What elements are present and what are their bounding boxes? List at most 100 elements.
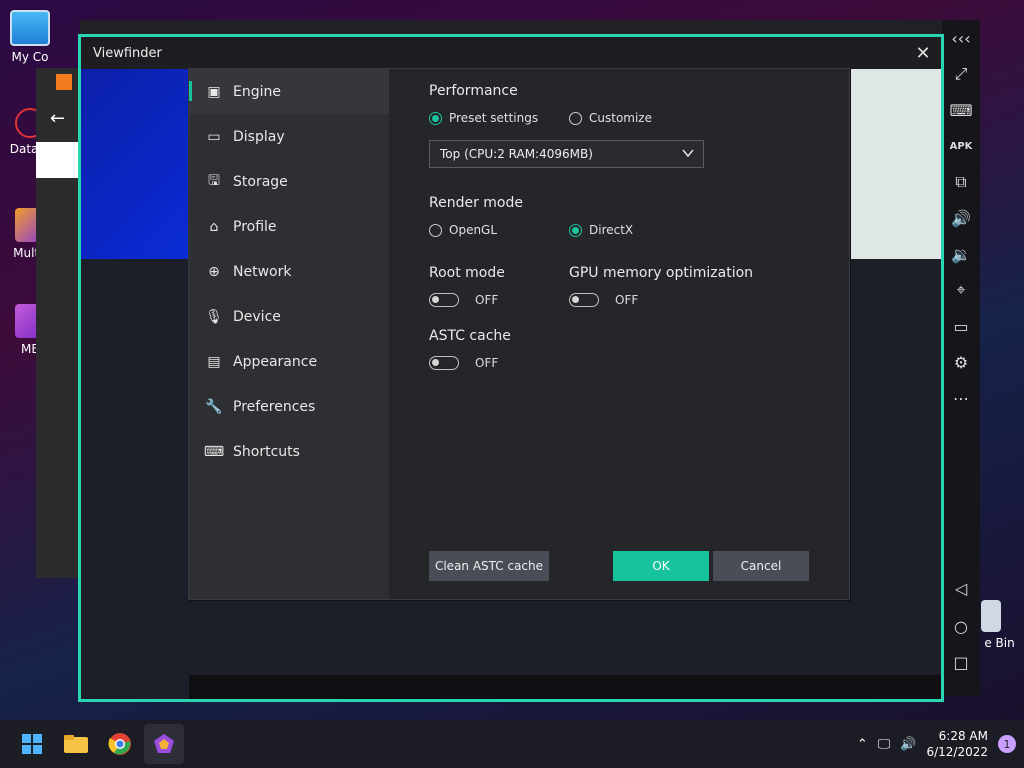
location-icon[interactable]: ⌖ <box>942 272 980 308</box>
settings-content: Performance Preset settings Customize To… <box>429 69 849 599</box>
save-icon: 🖫 <box>208 172 220 189</box>
nav-item-label: Storage <box>233 173 288 190</box>
clean-astc-cache-button[interactable]: Clean ASTC cache <box>429 551 549 581</box>
viewfinder-title-bar[interactable]: Viewfinder <box>81 37 941 69</box>
mosaic-tile <box>851 259 941 475</box>
nav-item-label: Appearance <box>233 353 318 370</box>
chrome-button[interactable] <box>100 724 140 764</box>
nav-item-storage[interactable]: 🖫 Storage <box>189 159 389 204</box>
tag-icon: ⌂ <box>209 218 219 235</box>
desktop-icon-label: My Co <box>11 50 49 64</box>
nav-item-shortcuts[interactable]: ⌨ Shortcuts <box>189 429 389 474</box>
radio-unselected-icon <box>569 111 582 125</box>
wrench-icon: 🔧 <box>205 398 223 415</box>
nav-item-label: Engine <box>233 83 281 100</box>
nav-item-device[interactable]: 🎙 Device <box>189 294 389 339</box>
notification-badge[interactable]: 1 <box>998 735 1016 753</box>
opengl-label: OpenGL <box>449 223 498 237</box>
app-badge-icon <box>56 74 72 90</box>
toggle-switch[interactable] <box>429 356 459 370</box>
speaker-icon[interactable]: 🔊 <box>900 737 916 752</box>
nav-item-label: Display <box>233 128 285 145</box>
apk-icon[interactable]: APK <box>942 128 980 164</box>
collapse-icon[interactable]: ‹‹‹ <box>942 20 980 56</box>
clock-date: 6/12/2022 <box>926 745 988 759</box>
monitor-icon <box>10 10 50 46</box>
render-mode-title: Render mode <box>429 195 523 211</box>
mosaic-tile <box>851 475 941 675</box>
nav-item-network[interactable]: ⊕ Network <box>189 249 389 294</box>
start-button[interactable] <box>12 724 52 764</box>
folder-icon <box>64 735 88 753</box>
clock-time: 6:28 AM <box>938 729 988 743</box>
background-app-window: ← <box>36 68 80 578</box>
desktop-icon-recycle-bin[interactable]: e Bin <box>975 600 1024 650</box>
chip-icon: ▣ <box>207 83 221 100</box>
customize-label: Customize <box>589 111 652 125</box>
android-recent-icon[interactable]: □ <box>942 644 980 680</box>
more-icon[interactable]: ⋯ <box>942 380 980 416</box>
chevron-up-icon[interactable]: ⌃ <box>857 737 868 752</box>
android-home-icon[interactable]: ○ <box>942 608 980 644</box>
nav-item-label: Shortcuts <box>233 443 300 460</box>
desktop-icon-my-computer[interactable]: My Co <box>0 10 60 64</box>
clock[interactable]: 6:28 AM 6/12/2022 <box>926 728 988 760</box>
file-explorer-button[interactable] <box>56 724 96 764</box>
gpu-optimization-title: GPU memory optimization <box>569 265 754 281</box>
root-mode-state: OFF <box>475 293 499 307</box>
multi-window-icon[interactable]: ⧉ <box>942 164 980 200</box>
mosaic-tile <box>81 475 189 699</box>
toggle-switch[interactable] <box>569 293 599 307</box>
taskbar: ⌃ 🖵 🔊 6:28 AM 6/12/2022 1 <box>0 720 1024 768</box>
customize-radio[interactable]: Customize <box>569 111 652 125</box>
radio-selected-icon <box>429 111 442 125</box>
directx-radio[interactable]: DirectX <box>569 223 633 237</box>
cancel-button[interactable]: Cancel <box>713 551 809 581</box>
nav-item-engine[interactable]: ▣ Engine <box>189 69 389 114</box>
microphone-icon: 🎙 <box>205 308 223 325</box>
gear-icon[interactable]: ⚙ <box>942 344 980 380</box>
directx-label: DirectX <box>589 223 634 237</box>
ok-button[interactable]: OK <box>613 551 709 581</box>
fullscreen-icon[interactable]: ⤢ <box>942 56 980 92</box>
astc-cache-state: OFF <box>475 356 499 370</box>
desktop-icon-label: e Bin <box>984 636 1015 650</box>
astc-cache-title: ASTC cache <box>429 328 511 344</box>
keyboard-icon: ⌨ <box>203 443 225 460</box>
android-back-icon[interactable]: ◁ <box>942 570 980 606</box>
nav-item-appearance[interactable]: ▤ Appearance <box>189 339 389 384</box>
root-mode-title: Root mode <box>429 265 505 281</box>
memu-taskbar-button[interactable] <box>144 724 184 764</box>
nav-item-label: Preferences <box>233 398 316 415</box>
opengl-radio[interactable]: OpenGL <box>429 223 497 237</box>
back-arrow-icon[interactable]: ← <box>50 108 65 129</box>
nav-item-label: Network <box>233 263 292 280</box>
astc-cache-toggle[interactable]: OFF <box>429 356 498 370</box>
chevron-down-icon <box>682 149 694 158</box>
nav-item-preferences[interactable]: 🔧 Preferences <box>189 384 389 429</box>
system-tray: ⌃ 🖵 🔊 6:28 AM 6/12/2022 1 <box>857 720 1016 768</box>
close-icon[interactable]: ✕ <box>913 43 933 64</box>
root-mode-toggle[interactable]: OFF <box>429 293 498 307</box>
monitor-icon: ▭ <box>207 128 221 145</box>
volume-up-icon[interactable]: 🔊 <box>942 200 980 236</box>
radio-selected-icon <box>569 223 582 237</box>
performance-title: Performance <box>429 83 518 99</box>
performance-dropdown[interactable]: Top (CPU:2 RAM:4096MB) <box>429 140 704 168</box>
nav-item-label: Device <box>233 308 281 325</box>
radio-unselected-icon <box>429 223 442 237</box>
keyboard-icon[interactable]: ⌨ <box>942 92 980 128</box>
toggle-switch[interactable] <box>429 293 459 307</box>
emulator-side-toolbar: ‹‹‹ ⤢ ⌨ APK ⧉ 🔊 🔉 ⌖ ▭ ⚙ ⋯ ◁ ○ □ <box>942 20 980 696</box>
preset-settings-radio[interactable]: Preset settings <box>429 111 538 125</box>
viewfinder-title: Viewfinder <box>93 45 162 61</box>
nav-item-profile[interactable]: ⌂ Profile <box>189 204 389 249</box>
network-icon[interactable]: 🖵 <box>878 737 891 752</box>
volume-down-icon[interactable]: 🔉 <box>942 236 980 272</box>
gpu-optimization-state: OFF <box>615 293 639 307</box>
nav-item-display[interactable]: ▭ Display <box>189 114 389 159</box>
gpu-optimization-toggle[interactable]: OFF <box>569 293 638 307</box>
folder-icon[interactable]: ▭ <box>942 308 980 344</box>
memu-icon <box>154 734 174 753</box>
settings-nav: ▣ Engine ▭ Display 🖫 Storage ⌂ Profile ⊕ Network 🎙… <box>189 69 389 599</box>
